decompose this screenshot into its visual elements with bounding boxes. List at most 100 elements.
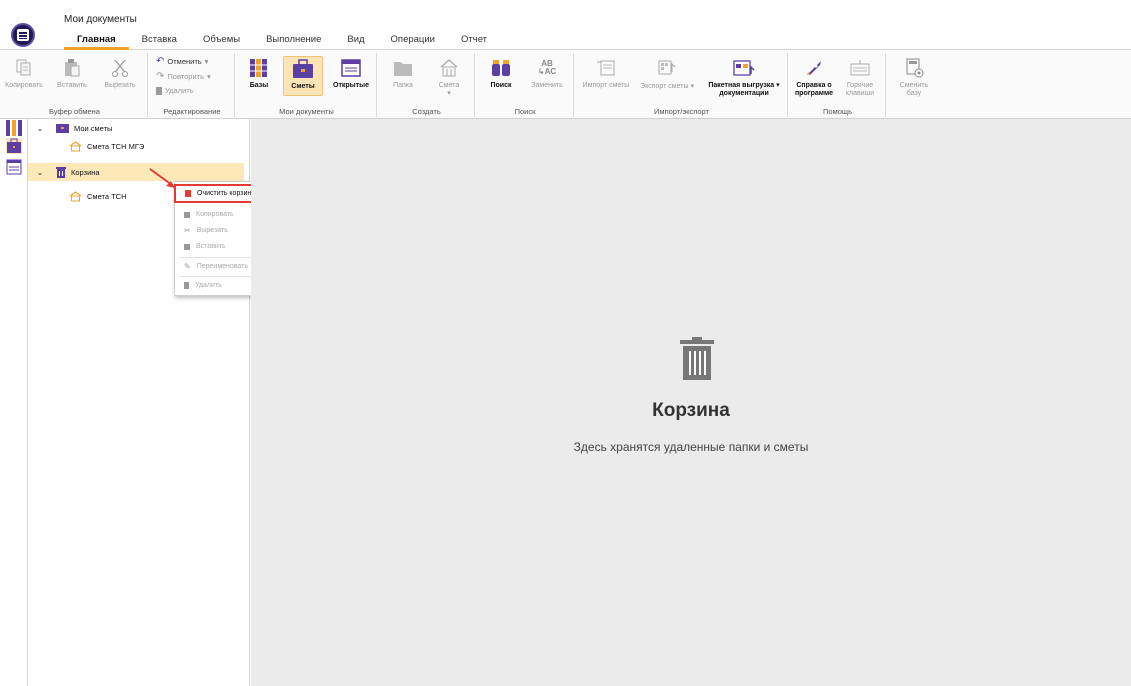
- ribbon-tabs: Главная Вставка Объемы Выполнение Вид Оп…: [64, 34, 500, 50]
- delete-button[interactable]: Удалить: [156, 86, 194, 95]
- tab-insert[interactable]: Вставка: [129, 34, 190, 50]
- batch-export-label-line2: документации: [719, 90, 769, 97]
- folder-icon: [392, 56, 414, 80]
- export-icon: [656, 56, 678, 80]
- app-logo-icon[interactable]: [11, 23, 35, 47]
- scissors-icon: ✂: [184, 226, 191, 235]
- undo-dropdown-icon[interactable]: ▾: [205, 57, 209, 66]
- tab-execution[interactable]: Выполнение: [253, 34, 334, 50]
- bases-button[interactable]: Базы: [239, 56, 279, 89]
- chevron-down-icon[interactable]: ⌄: [34, 124, 46, 133]
- change-base-icon: [903, 56, 925, 80]
- delete-label: Удалить: [165, 86, 194, 95]
- group-my-documents: Базы Сметы Открытые Мои документы: [237, 53, 377, 117]
- group-create: Папка Смета ▾ Создать: [379, 53, 475, 117]
- undo-icon: ↶: [156, 56, 165, 67]
- copy-label: Копировать: [5, 82, 43, 89]
- search-label: Поиск: [490, 82, 512, 89]
- tab-volumes[interactable]: Объемы: [190, 34, 253, 50]
- estimates-view-icon[interactable]: [6, 138, 22, 154]
- replace-button[interactable]: AB ↳AC Заменить: [527, 56, 567, 90]
- change-base-button[interactable]: Сменить базу: [894, 56, 934, 98]
- undo-button[interactable]: ↶ Отменить ▾: [156, 56, 208, 67]
- cut-button[interactable]: Вырезать: [100, 56, 140, 89]
- clipboard-group-label: Буфер обмена: [49, 107, 100, 116]
- estimates-button[interactable]: Сметы: [283, 56, 323, 96]
- redo-label: Повторить: [167, 72, 204, 81]
- tree-node-my-estimates[interactable]: ⌄ Мои сметы: [28, 119, 244, 137]
- replace-label: Заменить: [531, 82, 563, 89]
- bases-icon: [248, 56, 270, 80]
- copy-icon: [184, 211, 190, 218]
- pencil-icon: ✎: [184, 262, 191, 271]
- rocket-icon: [803, 56, 825, 80]
- export-label: Экспорт сметы: [640, 83, 689, 90]
- binoculars-icon: [490, 56, 512, 80]
- trash-icon: [184, 282, 189, 289]
- chevron-down-icon[interactable]: ▾: [689, 83, 694, 90]
- tree-node-label: Мои сметы: [74, 123, 113, 133]
- chevron-down-icon[interactable]: ⌄: [34, 168, 46, 177]
- help-group-label: Помощь: [823, 107, 852, 116]
- bases-view-icon[interactable]: [6, 120, 22, 136]
- change-base-label-line2: базу: [906, 90, 922, 97]
- redo-button[interactable]: ↷ Повторить ▾: [156, 71, 211, 82]
- estimate-house-icon: [438, 56, 460, 80]
- paste-menu-label: Вставить: [196, 243, 226, 250]
- copy-icon: [13, 56, 35, 80]
- estimate-house-icon: [69, 190, 82, 202]
- paste-label: Вставить: [57, 82, 87, 89]
- mydocs-group-label: Мои документы: [279, 107, 334, 116]
- title-bar: Мои документы Главная Вставка Объемы Вып…: [0, 0, 1131, 50]
- hotkeys-label-line2: клавиши: [845, 90, 875, 97]
- search-group-label: Поиск: [514, 107, 536, 116]
- tree-node-label: Смета ТСН: [87, 191, 127, 201]
- open-button[interactable]: Открытые: [331, 56, 371, 89]
- delete-menu-label: Удалить: [195, 282, 222, 289]
- replace-icon: AB ↳AC: [537, 59, 557, 76]
- estimate-house-icon: [69, 140, 82, 152]
- bases-label: Базы: [249, 82, 269, 89]
- cut-menu-label: Вырезать: [196, 227, 228, 234]
- copy-button[interactable]: Копировать: [4, 56, 44, 89]
- redo-icon: ↷: [156, 71, 165, 82]
- hotkeys-label-line1: Горячие: [846, 82, 874, 89]
- about-button[interactable]: Справка о программе: [794, 56, 834, 98]
- tab-home[interactable]: Главная: [64, 34, 129, 50]
- create-group-label: Создать: [412, 107, 441, 116]
- open-label: Открытые: [333, 82, 369, 89]
- import-icon: [595, 56, 617, 80]
- trash-title: Корзина: [652, 400, 730, 421]
- open-view-icon[interactable]: [6, 159, 22, 175]
- export-estimate-button[interactable]: Экспорт сметы ▾: [636, 56, 698, 90]
- undo-label: Отменить: [167, 57, 202, 66]
- tree-node-estimate-mge[interactable]: Смета ТСН МГЭ: [28, 137, 244, 155]
- paste-button[interactable]: Вставить: [52, 56, 92, 89]
- new-estimate-button[interactable]: Смета ▾: [429, 56, 469, 97]
- paste-icon: [184, 243, 190, 250]
- search-button[interactable]: Поиск: [481, 56, 521, 89]
- editing-group-label: Редактирование: [163, 107, 221, 116]
- tab-report[interactable]: Отчет: [448, 34, 500, 50]
- redo-dropdown-icon[interactable]: ▾: [207, 72, 211, 81]
- trash-icon: [56, 166, 66, 178]
- import-estimate-button[interactable]: Импорт сметы: [580, 56, 632, 89]
- chevron-down-icon[interactable]: ▾: [774, 82, 780, 89]
- folder-label: Папка: [393, 82, 413, 89]
- group-base: Сменить базу: [888, 53, 944, 117]
- view-switcher-strip: [0, 119, 28, 686]
- tab-view[interactable]: Вид: [334, 34, 377, 50]
- scissors-icon: [109, 56, 131, 80]
- chevron-down-icon[interactable]: ▾: [429, 89, 469, 97]
- batch-export-button[interactable]: Пакетная выгрузка ▾ документации: [702, 56, 786, 98]
- folder-button[interactable]: Папка: [383, 56, 423, 89]
- about-label-line2: программе: [794, 90, 834, 97]
- tree-node-label: Корзина: [71, 167, 100, 177]
- group-clipboard: Копировать Вставить Вырезать Буфер обмен…: [2, 53, 148, 117]
- trash-icon: [185, 190, 191, 197]
- keyboard-icon: [849, 56, 871, 80]
- tab-operations[interactable]: Операции: [378, 34, 448, 50]
- hotkeys-button[interactable]: Горячие клавиши: [840, 56, 880, 98]
- tree-node-trash[interactable]: ⌄ Корзина: [28, 163, 244, 181]
- cut-label: Вырезать: [104, 82, 136, 89]
